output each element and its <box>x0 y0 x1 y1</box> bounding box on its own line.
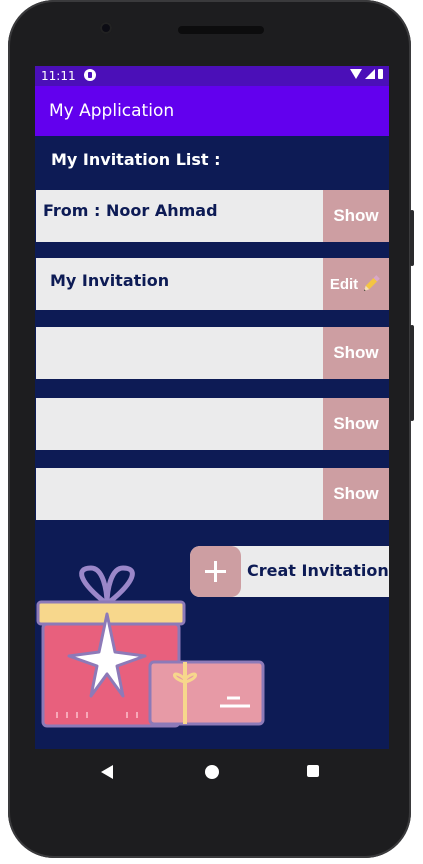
battery-icon <box>378 69 383 79</box>
app-title: My Application <box>49 101 175 121</box>
pencil-icon <box>364 275 381 292</box>
notification-icon <box>84 69 96 81</box>
invitation-row: My Invitation Edit <box>36 258 389 310</box>
signal-icon <box>365 69 375 79</box>
edit-button-label: Edit <box>329 275 359 293</box>
app-screen: 11:11 My Application My Invitation List … <box>35 66 389 749</box>
power-button <box>410 210 414 266</box>
gift-illustration <box>36 565 265 728</box>
wifi-icon <box>350 69 362 79</box>
app-bar: My Application <box>35 86 389 136</box>
volume-button <box>410 325 414 421</box>
recents-icon[interactable] <box>307 765 319 777</box>
invitation-row-label: My Invitation <box>50 271 170 290</box>
status-time: 11:11 <box>41 69 76 83</box>
show-button[interactable]: Show <box>323 398 389 450</box>
status-icons <box>350 69 383 79</box>
invitation-row: From : Noor Ahmad Show <box>36 190 389 242</box>
show-button[interactable]: Show <box>323 468 389 520</box>
system-nav-bar <box>35 749 389 795</box>
earpiece-speaker <box>178 26 264 34</box>
show-button[interactable]: Show <box>323 327 389 379</box>
edit-button[interactable]: Edit <box>323 258 389 310</box>
invitation-row-label: From : Noor Ahmad <box>43 201 218 220</box>
invitation-row: Show <box>36 468 389 520</box>
show-button[interactable]: Show <box>323 190 389 242</box>
status-bar: 11:11 <box>35 66 389 86</box>
home-icon[interactable] <box>205 765 219 779</box>
invitation-row: Show <box>36 398 389 450</box>
invitation-row: Show <box>36 327 389 379</box>
front-camera <box>100 22 112 34</box>
list-title: My Invitation List : <box>51 150 221 169</box>
back-icon[interactable] <box>101 765 113 779</box>
